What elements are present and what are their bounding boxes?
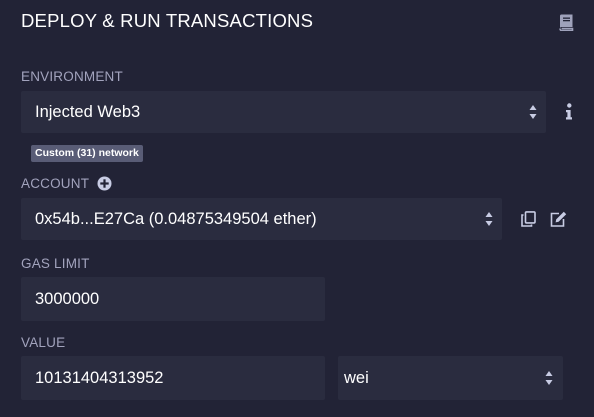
edit-icon[interactable] [550, 211, 567, 227]
account-label: ACCOUNT [21, 176, 90, 191]
panel-title: DEPLOY & RUN TRANSACTIONS [21, 10, 314, 31]
value-unit-select[interactable]: wei [338, 356, 563, 400]
chevron-up-down-icon [545, 371, 553, 385]
value-amount: 10131404313952 [35, 368, 164, 387]
environment-select[interactable]: Injected Web3 [21, 91, 546, 133]
gas-limit-input[interactable]: 3000000 [21, 277, 325, 321]
gas-limit-label: GAS LIMIT [21, 256, 90, 271]
book-icon[interactable] [558, 14, 574, 31]
network-badge: Custom (31) network [31, 145, 143, 162]
copy-icon[interactable] [521, 211, 536, 227]
account-selected-value: 0x54b...E27Ca (0.04875349504 ether) [35, 209, 317, 228]
environment-selected-value: Injected Web3 [35, 102, 141, 121]
value-label: VALUE [21, 335, 66, 350]
environment-label: ENVIRONMENT [21, 69, 123, 84]
info-icon[interactable] [565, 103, 573, 120]
value-input[interactable]: 10131404313952 [21, 356, 325, 400]
value-unit-selected: wei [344, 368, 369, 387]
plus-circle-icon[interactable] [97, 176, 112, 191]
chevron-up-down-icon [529, 105, 537, 119]
gas-limit-value: 3000000 [35, 289, 100, 308]
chevron-up-down-icon [485, 212, 493, 226]
account-select[interactable]: 0x54b...E27Ca (0.04875349504 ether) [21, 198, 502, 240]
